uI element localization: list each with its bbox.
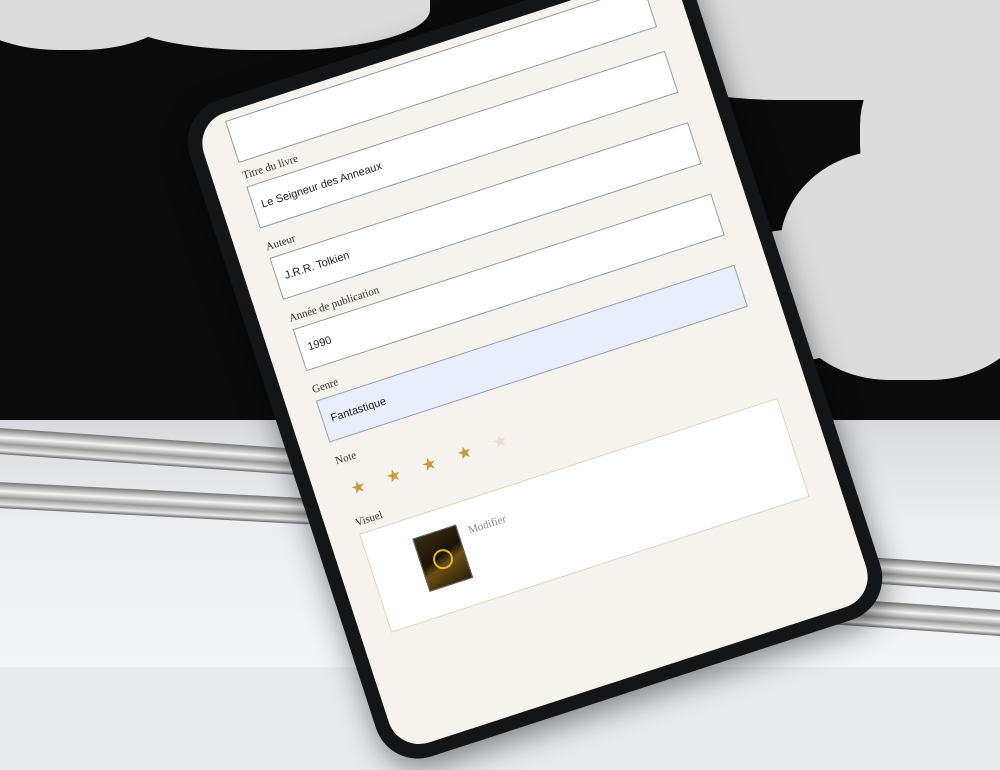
star-icon[interactable]: ★ [383,464,403,487]
star-icon[interactable]: ★ [419,452,439,475]
star-icon[interactable]: ★ [454,441,474,464]
ring-icon [430,546,456,572]
star-icon[interactable]: ★ [348,475,368,498]
modify-link[interactable]: Modifier [467,513,508,536]
star-icon[interactable]: ★ [490,429,510,452]
book-cover-thumbnail [412,524,474,592]
cowhide-patch [860,40,1000,230]
